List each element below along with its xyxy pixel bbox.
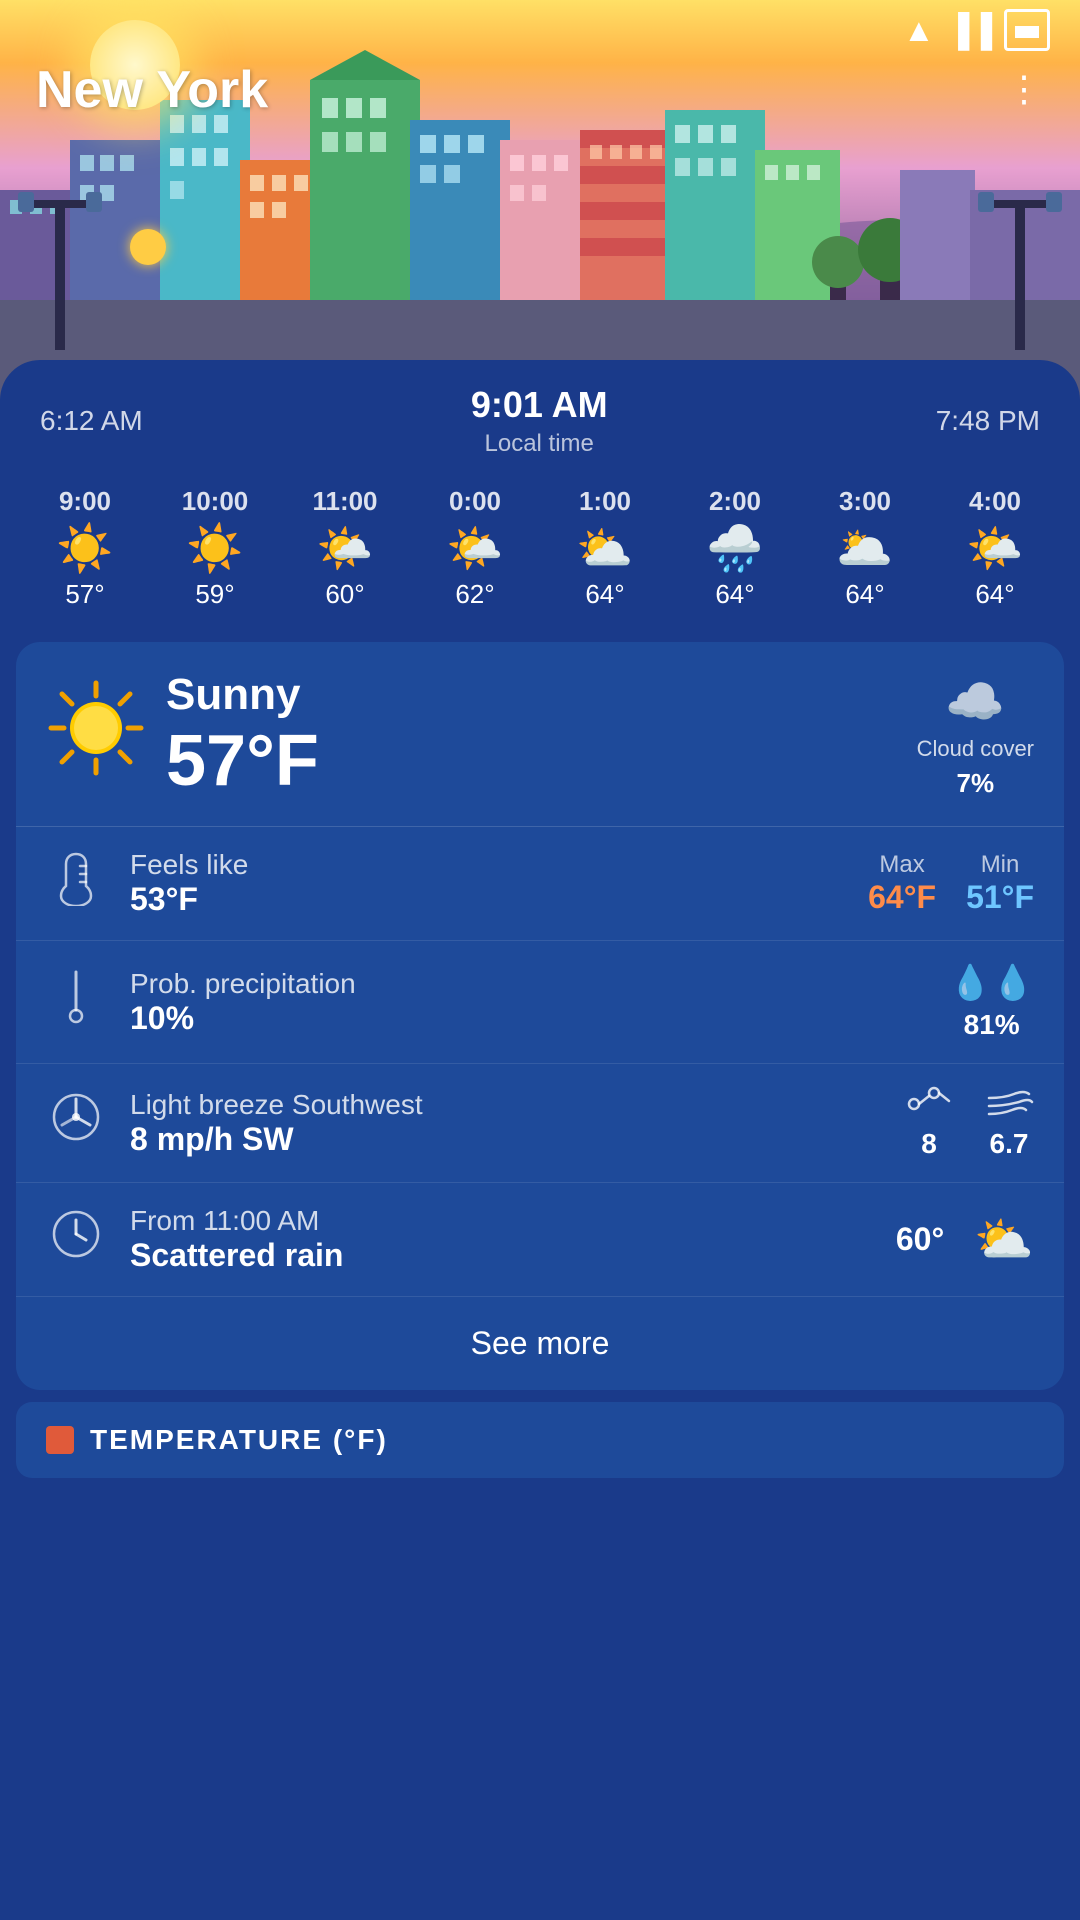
rain-drops-icon: 💧💧 — [949, 963, 1034, 1003]
precipitation-row: Prob. precipitation 10% 💧💧 81% — [16, 941, 1064, 1064]
see-more-label: See more — [471, 1325, 610, 1362]
scattered-rain-icon: ⛅ — [974, 1211, 1034, 1268]
upcoming-rain-right: 60° ⛅ — [896, 1211, 1034, 1268]
min-value: 51°F — [966, 879, 1034, 916]
weather-sun-icon — [46, 678, 146, 794]
min-label: Min — [981, 851, 1020, 879]
hour-item-3: 0:00 🌤️ 62° — [410, 478, 540, 618]
weather-panel: 6:12 AM 9:01 AM Local time 7:48 PM 9:00 … — [0, 360, 1080, 1920]
clock-icon — [46, 1206, 106, 1274]
wifi-icon: ▲ — [903, 12, 935, 49]
feels-like-label: Feels like — [130, 849, 844, 881]
local-time-label: Local time — [485, 430, 594, 457]
wind-row: Light breeze Southwest 8 mp/h SW 8 — [16, 1064, 1064, 1183]
hour-item-6: 3:00 🌥️ 64° — [800, 478, 930, 618]
temp-square-icon — [46, 1426, 74, 1454]
hour-item-5: 2:00 🌧️ 64° — [670, 478, 800, 618]
menu-button[interactable]: ⋮ — [1006, 68, 1044, 110]
current-condition: Sunny — [166, 670, 917, 720]
feels-like-icon — [46, 850, 106, 918]
signal-icon: ▐▐ — [947, 12, 992, 49]
lamp-left — [10, 150, 110, 350]
upcoming-rain-row: From 11:00 AM Scattered rain 60° ⛅ — [16, 1183, 1064, 1297]
upcoming-rain-condition: Scattered rain — [130, 1237, 872, 1274]
cloud-cover-label: Cloud cover — [917, 736, 1034, 762]
hour-item-1: 10:00 ☀️ 59° — [150, 478, 280, 618]
precipitation-value: 10% — [130, 1000, 925, 1037]
temperature-bar: TEMPERATURE (°F) — [16, 1402, 1064, 1478]
precipitation-text: Prob. precipitation 10% — [130, 968, 925, 1037]
wind-label: Light breeze Southwest — [130, 1089, 880, 1121]
feels-like-text: Feels like 53°F — [130, 849, 844, 918]
upcoming-rain-text: From 11:00 AM Scattered rain — [130, 1205, 872, 1274]
wind-text: Light breeze Southwest 8 mp/h SW — [130, 1089, 880, 1158]
cloud-cover-percent: 7% — [957, 768, 995, 799]
wind-right: 8 6.7 — [904, 1086, 1034, 1160]
city-header: ▲ ▐▐ New York ⋮ — [0, 0, 1080, 420]
current-temperature: 57°F — [166, 720, 917, 802]
current-time: 9:01 AM — [471, 384, 608, 426]
time-bar: 6:12 AM 9:01 AM Local time 7:48 PM — [0, 360, 1080, 468]
max-min-section: Max 64°F Min 51°F — [868, 851, 1034, 916]
cloud-icon: ☁️ — [945, 673, 1005, 730]
hour-item-7: 4:00 🌤️ 64° — [930, 478, 1060, 618]
max-value: 64°F — [868, 879, 936, 916]
hour-item-4: 1:00 ⛅ 64° — [540, 478, 670, 618]
current-weather-section: Sunny 57°F ☁️ Cloud cover 7% — [16, 642, 1064, 827]
temperature-bar-label: TEMPERATURE (°F) — [90, 1424, 388, 1456]
wind-value: 8 mp/h SW — [130, 1121, 880, 1158]
hour-item-2: 11:00 🌤️ 60° — [280, 478, 410, 618]
cloud-cover-section: ☁️ Cloud cover 7% — [917, 673, 1034, 799]
humidity-percent: 81% — [964, 1009, 1020, 1041]
see-more-button[interactable]: See more — [16, 1297, 1064, 1390]
main-weather-card: Sunny 57°F ☁️ Cloud cover 7% Feels like — [16, 642, 1064, 1390]
max-label: Max — [879, 851, 924, 879]
feels-like-value: 53°F — [130, 881, 844, 918]
wind-icon — [46, 1089, 106, 1157]
local-time-display: 9:01 AM Local time — [471, 384, 608, 458]
battery-icon — [1004, 9, 1050, 51]
sunrise-time: 6:12 AM — [40, 405, 143, 437]
precipitation-right: 💧💧 81% — [949, 963, 1034, 1041]
hourly-forecast: 9:00 ☀️ 57° 10:00 ☀️ 59° 11:00 🌤️ 60° 0:… — [0, 468, 1080, 634]
precipitation-label: Prob. precipitation — [130, 968, 925, 1000]
hour-item-0: 9:00 ☀️ 57° — [20, 478, 150, 618]
gust-val: 6.7 — [990, 1128, 1029, 1160]
feels-like-row: Feels like 53°F Max 64°F Min 51°F — [16, 827, 1064, 941]
status-bar: ▲ ▐▐ — [0, 0, 1080, 60]
lamp-right — [970, 150, 1070, 350]
city-name: New York — [36, 60, 268, 120]
upcoming-rain-label: From 11:00 AM — [130, 1205, 872, 1237]
precipitation-icon — [46, 968, 106, 1036]
sunset-time: 7:48 PM — [936, 405, 1040, 437]
sun-position-dot — [130, 229, 166, 265]
upcoming-temp: 60° — [896, 1221, 944, 1258]
wind-num: 8 — [921, 1128, 937, 1160]
